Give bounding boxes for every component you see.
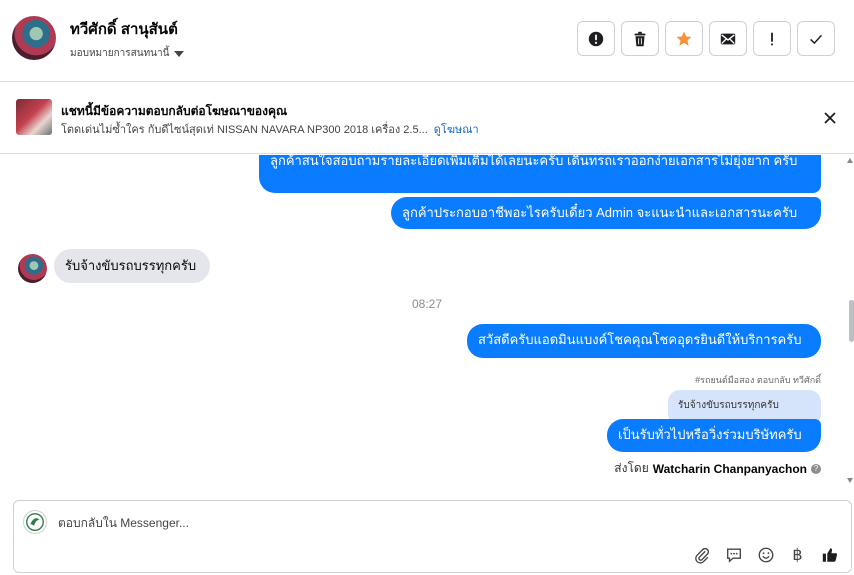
alert-circle-icon — [588, 31, 604, 46]
outgoing-message[interactable]: ลูกค้าประกอบอาชีพอะไรครับเดี๋ยว Admin จะ… — [391, 197, 821, 229]
mark-done-button[interactable] — [797, 21, 835, 56]
contact-name[interactable]: ทวีศักดิ์ สานุสันต์ — [70, 17, 178, 41]
message-thread[interactable]: ลูกค้าสนใจสอบถามรายละเอียดเพิ่มเติมได้เล… — [0, 155, 854, 490]
close-icon[interactable] — [822, 110, 838, 126]
sent-by-line: ส่งโดย Watcharin Chanpanyachon ? — [614, 459, 821, 478]
contact-avatar-small[interactable] — [18, 254, 47, 283]
envelope-icon — [720, 33, 736, 44]
reply-composer: ฿ — [13, 500, 852, 573]
ad-banner-title: แชทนี้มีข้อความตอบกลับต่อโฆษณาของคุณ — [61, 104, 288, 118]
star-button[interactable] — [665, 21, 703, 56]
ad-banner-subtitle: โตดเด่นไม่ซ้ำใคร กับดีไซน์สุดเท่ NISSAN … — [61, 120, 479, 138]
help-icon[interactable]: ? — [811, 463, 821, 474]
conversation-toolbar — [577, 21, 835, 56]
spam-button[interactable] — [577, 21, 615, 56]
view-ad-link[interactable]: ดูโฆษณา — [434, 124, 479, 136]
reply-input[interactable] — [58, 516, 658, 530]
mark-unread-button[interactable] — [709, 21, 747, 56]
outgoing-message[interactable]: ลูกค้าสนใจสอบถามรายละเอียดเพิ่มเติมได้เล… — [259, 155, 821, 193]
check-icon — [810, 34, 822, 44]
outgoing-message[interactable]: สวัสดีครับแอดมินแบงค์โชคคุณโชคอุดรยินดีใ… — [467, 324, 821, 358]
incoming-message[interactable]: รับจ้างขับรถบรรทุกครับ — [54, 249, 210, 283]
emoji-icon[interactable] — [756, 545, 775, 564]
contact-avatar[interactable] — [12, 16, 56, 60]
paperclip-icon[interactable] — [692, 545, 711, 564]
baht-icon[interactable]: ฿ — [788, 545, 807, 564]
scrollbar-thumb[interactable] — [849, 300, 854, 342]
inbox-conversation: ทวีศักดิ์ สานุสันต์ มอบหมายการสนทนานี้ แ… — [0, 0, 854, 575]
composer-tools: ฿ — [692, 545, 839, 564]
trash-icon — [634, 31, 646, 46]
assign-conversation-dropdown[interactable]: มอบหมายการสนทนานี้ — [70, 46, 185, 61]
star-icon — [676, 31, 692, 46]
delete-button[interactable] — [621, 21, 659, 56]
follow-up-button[interactable] — [753, 21, 791, 56]
page-avatar — [23, 510, 47, 534]
like-icon[interactable] — [820, 545, 839, 564]
scroll-up-arrow-icon[interactable] — [847, 158, 853, 163]
ad-description: โตดเด่นไม่ซ้ำใคร กับดีไซน์สุดเท่ NISSAN … — [61, 124, 428, 136]
conversation-header: ทวีศักดิ์ สานุสันต์ มอบหมายการสนทนานี้ — [0, 0, 854, 82]
page-logo-icon — [26, 513, 44, 531]
sender-name: Watcharin Chanpanyachon — [652, 461, 807, 476]
caret-down-icon — [174, 50, 185, 57]
scroll-down-arrow-icon[interactable] — [847, 478, 853, 483]
reply-context-label: #รถยนต์มือสอง ตอบกลับ ทวีศักดิ์ — [695, 375, 821, 385]
assign-label: มอบหมายการสนทนานี้ — [70, 48, 170, 59]
exclamation-icon — [771, 32, 773, 45]
message-timestamp: 08:27 — [411, 297, 443, 311]
saved-reply-icon[interactable] — [724, 545, 743, 564]
ad-reply-banner: แชทนี้มีข้อความตอบกลับต่อโฆษณาของคุณ โตด… — [0, 82, 854, 154]
outgoing-message[interactable]: เป็นรับทั่วไปหรือวิ่งร่วมบริษัทครับ — [607, 419, 821, 452]
ad-thumbnail[interactable] — [16, 99, 52, 135]
sent-by-prefix: ส่งโดย — [614, 461, 649, 475]
